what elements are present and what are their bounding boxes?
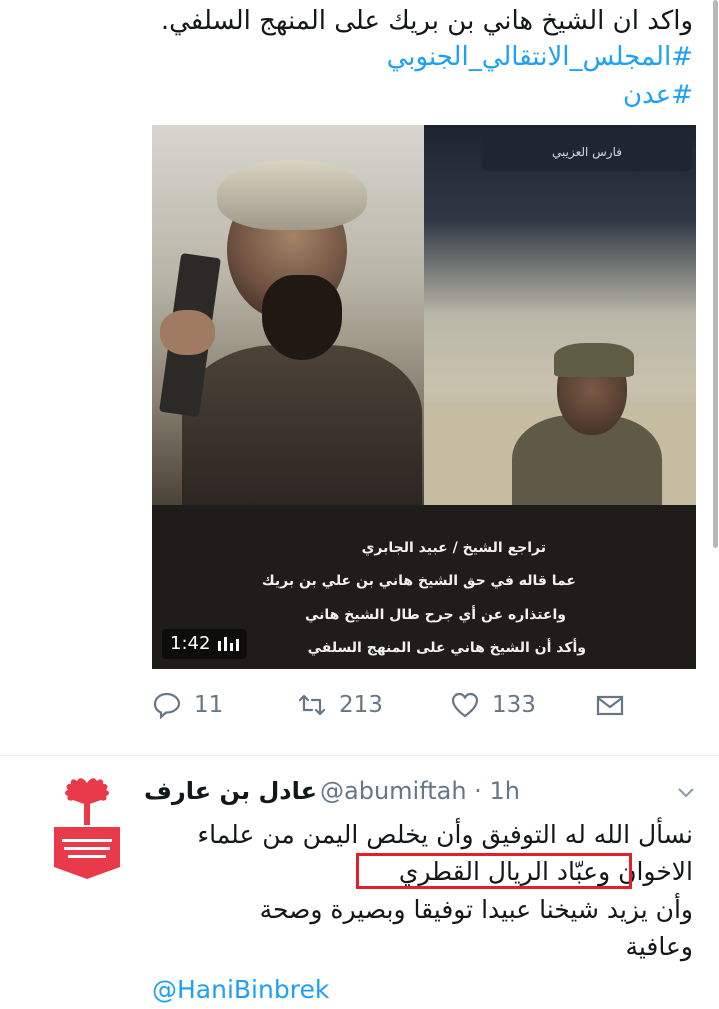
video-media[interactable]: فارس العزيبي تراجع الشيخ / عبيد الجابري … bbox=[152, 125, 696, 669]
video-frame-left bbox=[152, 125, 424, 515]
video-caption-line: عما قاله في حق الشيخ هاني بن علي بن بريك bbox=[261, 573, 576, 589]
scrollbar[interactable] bbox=[713, 0, 718, 548]
video-name-tag: فارس العزيبي bbox=[482, 133, 692, 171]
retweet-count: 213 bbox=[339, 692, 383, 718]
avatar[interactable] bbox=[40, 775, 135, 885]
retweet-icon bbox=[298, 694, 326, 716]
like-button[interactable]: 133 bbox=[450, 690, 536, 720]
highlight-box bbox=[356, 853, 632, 889]
reply-header: @abumiftah · 1h عادل بن عارف bbox=[144, 777, 672, 811]
tweet-divider bbox=[0, 755, 719, 756]
tweet-actions: 11 213 133 bbox=[152, 690, 632, 730]
direct-message-button[interactable] bbox=[595, 690, 625, 720]
reply-icon bbox=[153, 692, 181, 720]
hashtag-aden[interactable]: #عدن bbox=[623, 78, 693, 112]
reply-handle[interactable]: @abumiftah · 1h bbox=[320, 777, 520, 805]
tweet-text: واكد ان الشيخ هاني بن بريك على المنهج ال… bbox=[160, 6, 693, 36]
reply-text-line: وعافية bbox=[625, 932, 693, 961]
heart-icon bbox=[451, 692, 479, 718]
reply-text-line: وأن يزيد شيخنا عبيدا توفيقا وبصيرة وصحة bbox=[259, 895, 693, 924]
hashtag-stc[interactable]: #المجلس_الانتقالي_الجنوبي bbox=[387, 40, 693, 74]
reply-author-name[interactable]: عادل بن عارف bbox=[144, 777, 317, 805]
audio-bars-icon bbox=[218, 637, 240, 651]
reply-text-line: نسأل الله له التوفيق وأن يخلص اليمن من ع… bbox=[197, 820, 693, 849]
video-caption-line: واعتذاره عن أي جرح طال الشيخ هاني bbox=[305, 607, 566, 623]
like-count: 133 bbox=[492, 692, 536, 718]
video-duration: 1:42 bbox=[170, 633, 211, 654]
reply-count: 11 bbox=[194, 692, 224, 718]
video-caption-line: وأكد أن الشيخ هاني على المنهج السلفي bbox=[307, 640, 586, 656]
retweet-button[interactable]: 213 bbox=[297, 690, 383, 720]
video-duration-badge: 1:42 bbox=[162, 629, 248, 659]
mention-link[interactable]: @HaniBinbrek bbox=[152, 975, 329, 1004]
video-caption-line: تراجع الشيخ / عبيد الجابري bbox=[361, 540, 546, 556]
chevron-down-icon[interactable] bbox=[676, 782, 696, 802]
envelope-icon bbox=[596, 695, 624, 716]
reply-button[interactable]: 11 bbox=[152, 690, 223, 720]
